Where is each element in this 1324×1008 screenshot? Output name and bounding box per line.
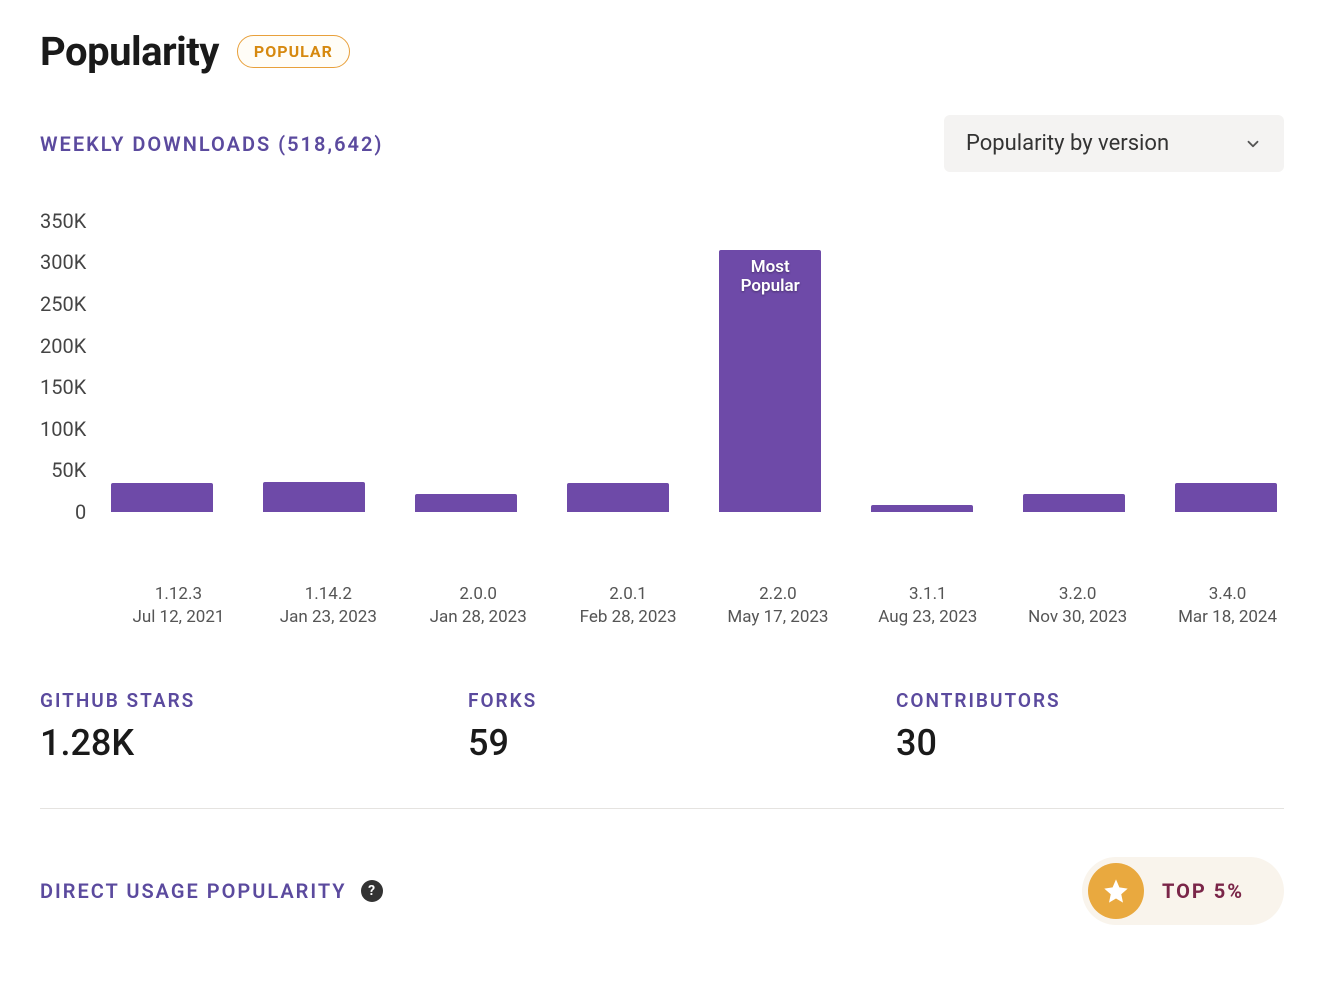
x-tick: 2.2.0May 17, 2023 (722, 583, 835, 629)
weekly-downloads-heading: WEEKLY DOWNLOADS (518,642) (40, 132, 383, 156)
x-tick-date: Nov 30, 2023 (1021, 606, 1134, 629)
downloads-chart: 350K300K250K200K150K100K50K0 MostPopular (40, 200, 1284, 533)
stat-label: GITHUB STARS (40, 689, 428, 712)
x-tick-version: 2.2.0 (722, 583, 835, 606)
help-icon[interactable]: ? (361, 880, 383, 902)
bar-column (561, 483, 676, 512)
stat-value: 1.28K (40, 722, 428, 764)
y-tick: 250K (40, 283, 86, 325)
x-tick-date: Aug 23, 2023 (871, 606, 984, 629)
x-tick-date: Feb 28, 2023 (572, 606, 685, 629)
stat-forks: FORKS 59 (468, 689, 856, 764)
stat-label: CONTRIBUTORS (896, 689, 1284, 712)
x-tick-version: 1.14.2 (272, 583, 385, 606)
page-title: Popularity (40, 28, 219, 75)
x-tick: 3.2.0Nov 30, 2023 (1021, 583, 1134, 629)
popularity-select-value: Popularity by version (966, 131, 1169, 156)
top-rank-text: TOP 5% (1162, 879, 1244, 903)
chart-y-axis: 350K300K250K200K150K100K50K0 (40, 200, 100, 533)
bar-column (1017, 494, 1132, 512)
y-tick: 150K (40, 366, 86, 408)
x-tick: 1.14.2Jan 23, 2023 (272, 583, 385, 629)
direct-usage-heading: DIRECT USAGE POPULARITY (40, 879, 347, 903)
x-tick: 2.0.1Feb 28, 2023 (572, 583, 685, 629)
x-tick-version: 3.2.0 (1021, 583, 1134, 606)
x-tick-version: 2.0.0 (422, 583, 535, 606)
x-tick-date: May 17, 2023 (722, 606, 835, 629)
bar[interactable] (263, 482, 365, 512)
bar[interactable]: MostPopular (719, 250, 821, 512)
bar-annotation: MostPopular (741, 258, 800, 297)
stat-value: 30 (896, 722, 1284, 764)
star-icon (1088, 863, 1144, 919)
bar[interactable] (111, 483, 213, 512)
x-tick: 3.4.0Mar 18, 2024 (1171, 583, 1284, 629)
bar-column (408, 494, 523, 512)
chart-plot-area: MostPopular (100, 200, 1284, 533)
x-tick-version: 2.0.1 (572, 583, 685, 606)
stat-github-stars: GITHUB STARS 1.28K (40, 689, 428, 764)
x-tick-version: 1.12.3 (122, 583, 235, 606)
y-tick: 0 (75, 491, 86, 533)
x-tick-date: Jan 28, 2023 (422, 606, 535, 629)
y-tick: 100K (40, 408, 86, 450)
x-tick-version: 3.4.0 (1171, 583, 1284, 606)
x-tick-date: Jan 23, 2023 (272, 606, 385, 629)
bar-column (865, 505, 980, 512)
x-tick-date: Mar 18, 2024 (1171, 606, 1284, 629)
popular-badge: POPULAR (237, 35, 350, 68)
bar[interactable] (871, 505, 973, 512)
bar[interactable] (1175, 483, 1277, 512)
x-tick-date: Jul 12, 2021 (122, 606, 235, 629)
y-tick: 350K (40, 200, 86, 242)
section-divider (40, 808, 1284, 809)
x-tick-version: 3.1.1 (871, 583, 984, 606)
bar[interactable] (415, 494, 517, 512)
popularity-select[interactable]: Popularity by version (944, 115, 1284, 172)
bar-column (256, 482, 371, 512)
stat-contributors: CONTRIBUTORS 30 (896, 689, 1284, 764)
y-tick: 200K (40, 325, 86, 367)
stat-value: 59 (468, 722, 856, 764)
bar-column: MostPopular (713, 250, 828, 512)
x-tick: 2.0.0Jan 28, 2023 (422, 583, 535, 629)
stat-label: FORKS (468, 689, 856, 712)
bar[interactable] (567, 483, 669, 512)
y-tick: 300K (40, 242, 86, 284)
chevron-down-icon (1244, 135, 1262, 153)
y-tick: 50K (51, 450, 86, 492)
bar[interactable] (1023, 494, 1125, 512)
x-tick: 1.12.3Jul 12, 2021 (122, 583, 235, 629)
top-rank-badge: TOP 5% (1082, 857, 1284, 925)
bar-column (1169, 483, 1284, 512)
chart-x-axis: 1.12.3Jul 12, 2021 1.14.2Jan 23, 2023 2.0.… (118, 583, 1284, 629)
bar-column (104, 483, 219, 512)
x-tick: 3.1.1Aug 23, 2023 (871, 583, 984, 629)
